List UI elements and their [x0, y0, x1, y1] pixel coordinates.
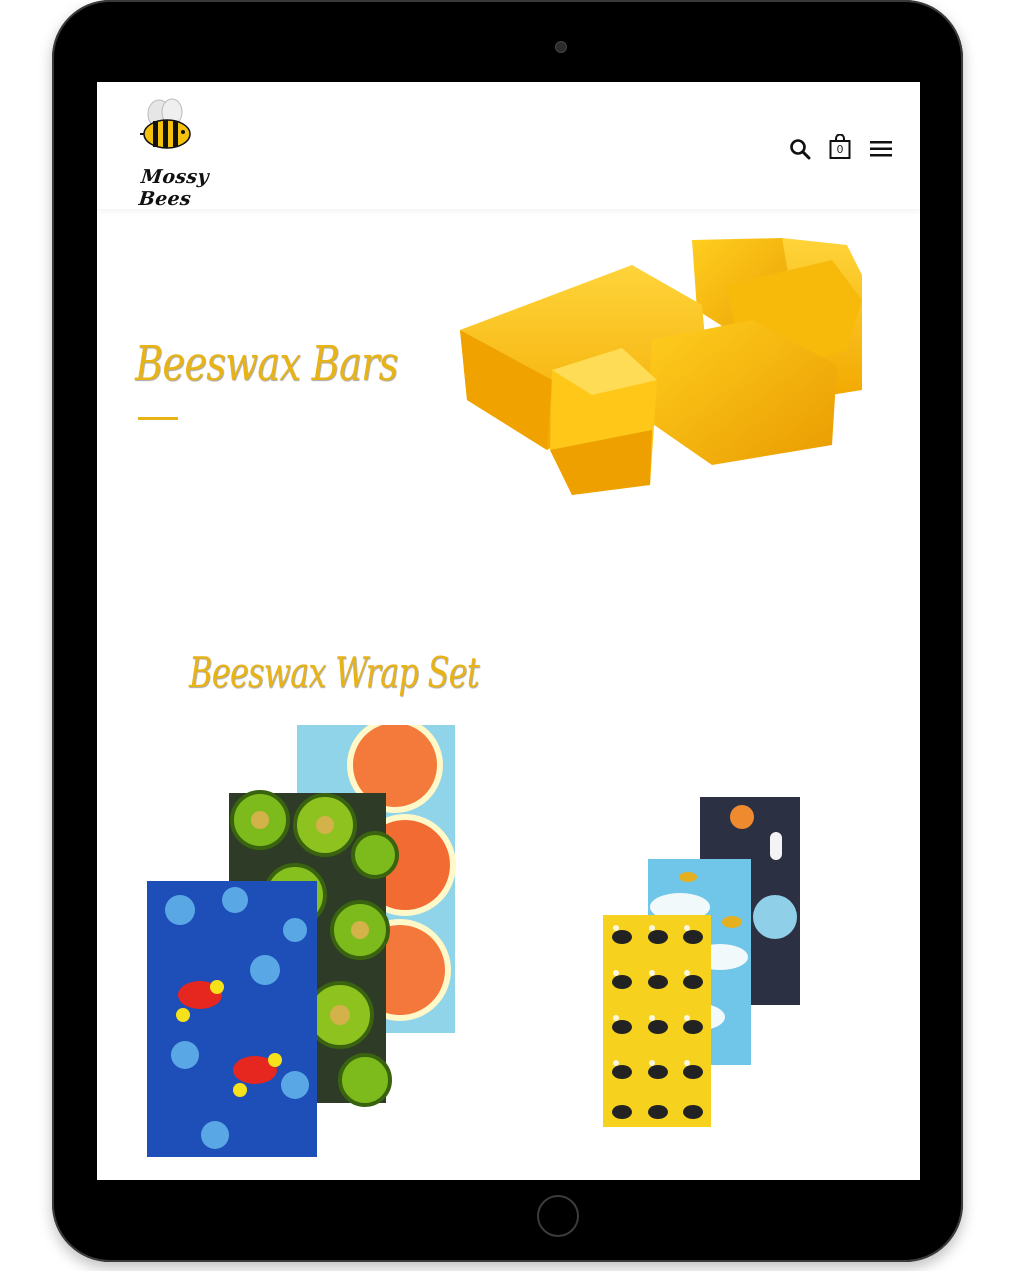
menu-icon — [870, 141, 892, 157]
section-title-beeswax-bars[interactable]: Beeswax Bars — [135, 336, 398, 392]
section-title-beeswax-wrap-set[interactable]: Beeswax Wrap Set — [189, 648, 480, 697]
search-button[interactable] — [789, 138, 811, 160]
brand-name: Mossy Bees — [137, 166, 210, 210]
search-icon — [790, 139, 811, 160]
site-header: Mossy Bees 0 — [97, 82, 920, 210]
home-button[interactable] — [537, 1195, 579, 1237]
wrap-set-fruit-image[interactable] — [145, 717, 460, 1157]
title-underline — [138, 417, 178, 420]
beeswax-bars-image[interactable] — [452, 230, 872, 495]
menu-button[interactable] — [869, 139, 893, 159]
brand-logo[interactable]: Mossy Bees — [117, 96, 227, 210]
camera-icon — [555, 41, 567, 53]
wrap-set-bees-image[interactable] — [600, 797, 805, 1129]
cart-button[interactable]: 0 — [828, 133, 852, 160]
cart-count: 0 — [836, 143, 844, 156]
screen: Mossy Bees 0 Beeswax Bars Beeswax Wrap S… — [97, 82, 920, 1180]
